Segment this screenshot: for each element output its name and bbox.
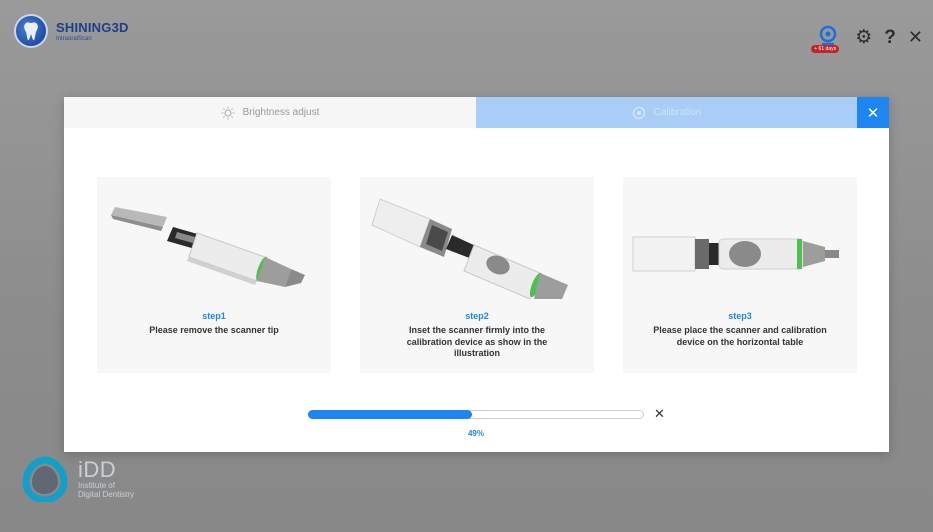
progress-track (308, 410, 644, 419)
help-icon[interactable]: ? (884, 28, 896, 47)
sun-icon (221, 106, 235, 119)
dialog-tabs: Brightness adjust Calibration ✕ (64, 97, 889, 128)
scanner-device-button[interactable]: + 61 days (811, 24, 843, 53)
close-dialog-button[interactable]: ✕ (857, 97, 889, 128)
cancel-progress-button[interactable]: ✕ (654, 406, 665, 422)
tab-calibration[interactable]: Calibration (476, 97, 857, 128)
top-bar: SHINING3D IntraoralScan + 61 days ⚙ ? ✕ (0, 0, 933, 70)
steps-container: step1 Please remove the scanner tip step… (97, 177, 857, 373)
app-logo: SHINING3D IntraoralScan (14, 14, 129, 48)
tooth-logo-icon (14, 14, 48, 48)
step-card-1: step1 Please remove the scanner tip (97, 177, 331, 373)
remove-tip-illustration (97, 177, 331, 299)
close-app-icon[interactable]: ✕ (908, 28, 923, 46)
step-1-description: Please remove the scanner tip (149, 325, 279, 335)
scanner-device-icon (820, 25, 837, 46)
brand-name: SHINING3D (56, 19, 129, 35)
step-2-description: Inset the scanner firmly into the calibr… (406, 325, 548, 359)
step-card-2: step2 Inset the scanner firmly into the … (360, 177, 594, 373)
idd-watermark: iDD Institute of Digital Dentistry (22, 456, 134, 502)
top-actions: + 61 days ⚙ ? ✕ (811, 24, 923, 53)
insert-scanner-illustration (360, 177, 594, 300)
step-3-label: step3 (728, 311, 752, 321)
step-card-3: step3 Please place the scanner and calib… (623, 177, 857, 373)
brand-subtitle: IntraoralScan (56, 35, 92, 42)
place-horizontal-illustration (623, 177, 857, 299)
step-3-description: Please place the scanner and calibration… (653, 325, 827, 347)
progress-fill (308, 410, 472, 419)
idd-line-2: Digital Dentistry (78, 490, 135, 500)
step-2-label: step2 (465, 311, 489, 321)
idd-title: iDD (78, 457, 117, 483)
target-icon (632, 106, 645, 119)
progress-percent: 49% (467, 429, 484, 438)
license-days-badge: + 61 days (811, 45, 840, 53)
tab-brightness-adjust[interactable]: Brightness adjust (64, 97, 476, 128)
step-1-label: step1 (202, 311, 226, 321)
tab-calibration-label: Calibration (653, 107, 702, 118)
settings-gear-icon[interactable]: ⚙ (855, 28, 872, 47)
tab-brightness-label: Brightness adjust (242, 107, 320, 118)
calibration-dialog: Brightness adjust Calibration ✕ step1 Pl… (64, 97, 889, 452)
idd-logo-icon (22, 456, 68, 502)
